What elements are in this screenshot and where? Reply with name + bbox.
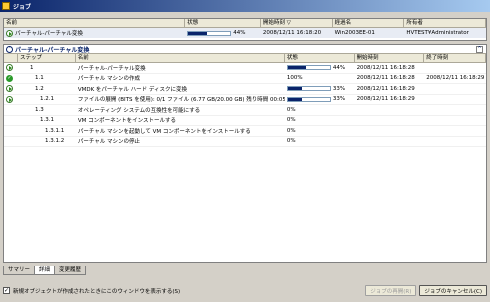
- show-window-checkbox[interactable]: ✓: [3, 287, 10, 294]
- collapse-circle-icon[interactable]: [6, 45, 13, 53]
- step-end-time: 2008/12/11 16:18:29: [426, 75, 485, 82]
- restart-job-button[interactable]: ジョブの再開(R): [365, 285, 417, 296]
- title-bar: ジョブ: [0, 0, 490, 12]
- column-header-step-end[interactable]: 終了時刻: [424, 54, 486, 62]
- detail-title: パーチャル-パーチャル変換: [15, 46, 90, 54]
- column-header-start-time[interactable]: 開始時刻 ▽: [261, 19, 333, 27]
- jobs-list: 名前 状態 開始時刻 ▽ 経過名 所有者 パーチャル-パーチャル変換 44% 2…: [3, 18, 487, 41]
- step-row[interactable]: 1 パーチャル-パーチャル変換 44% 2008/12/11 16:18:28: [4, 63, 486, 74]
- step-number: 1.3.1.1: [45, 127, 65, 134]
- step-row[interactable]: 1.3.1.2 パーチャル マシンの停止 0%: [4, 137, 486, 147]
- job-progress-text: 44%: [233, 30, 246, 36]
- step-end-time: [424, 84, 486, 94]
- step-start-time: [355, 116, 425, 126]
- column-header-name[interactable]: 名前: [4, 19, 186, 27]
- detail-title-bar: パーチャル-パーチャル変換 ^: [4, 45, 486, 54]
- window-title: ジョブ: [13, 3, 32, 11]
- step-name: パーチャル-パーチャル変換: [77, 65, 146, 72]
- step-row[interactable]: 1.3.1.1 パーチャル マシンを起動して VM コンポーネントをインストールす…: [4, 126, 486, 137]
- step-progress-bar: [286, 65, 331, 71]
- step-start-time: 2008/12/11 16:18:28: [356, 75, 415, 82]
- step-name: ファイルの展開 (BITS を使用): 0/1 ファイル (6.77 GB/20…: [77, 97, 285, 104]
- step-start-time: [355, 105, 425, 115]
- column-header-owner[interactable]: 所有者: [404, 19, 486, 27]
- step-start-time: [355, 137, 425, 147]
- job-row[interactable]: パーチャル-パーチャル変換 44% 2008/12/11 16:18:20 Wi…: [4, 28, 486, 38]
- jobs-list-header: 名前 状態 開始時刻 ▽ 経過名 所有者: [4, 19, 486, 28]
- running-icon: [6, 29, 13, 37]
- completed-check-icon: ✓: [6, 74, 13, 82]
- job-owner: HVTEST¥Administrator: [406, 30, 469, 36]
- step-start-time: 2008/12/11 16:18:29: [356, 96, 415, 103]
- step-row[interactable]: 1.3 オペレーティング システムの互換性を可能にする 0%: [4, 105, 486, 116]
- step-number: 1.2.1: [40, 96, 54, 103]
- step-name: オペレーティング システムの互換性を可能にする: [77, 107, 201, 114]
- detail-header: ステップ 名前 状態 開始時刻 終了時刻: [4, 54, 486, 63]
- step-progress-text: 33%: [332, 96, 346, 103]
- tab-details[interactable]: 詳細: [34, 266, 56, 275]
- column-header-step-status[interactable]: 状態: [285, 54, 355, 62]
- step-end-time: [424, 105, 486, 115]
- job-name: パーチャル-パーチャル変換: [15, 31, 83, 37]
- footer: ✓ 新規オブジェクトが作成されたときにこのウィンドウを表示する(S) ジョブの再…: [3, 283, 487, 298]
- step-progress-text: 44%: [332, 64, 346, 71]
- show-window-label: 新規オブジェクトが作成されたときにこのウィンドウを表示する(S): [13, 288, 181, 295]
- step-number: 1.3.1.2: [45, 138, 65, 145]
- step-number: 1.1: [35, 75, 44, 82]
- step-end-time: [424, 137, 486, 147]
- step-name: VM コンポーネントをインストールする: [77, 118, 176, 125]
- step-end-time: [424, 95, 486, 105]
- column-header-step-name[interactable]: 名前: [76, 54, 285, 62]
- running-icon: [6, 85, 13, 93]
- step-name: VMDK をパーチャル ハード ディスクに変換: [77, 86, 187, 93]
- step-progress-text: 0%: [286, 117, 296, 124]
- step-name: パーチャル マシンの作成: [77, 76, 141, 83]
- jobs-window-icon: [2, 2, 10, 10]
- job-progress-bar: [187, 30, 232, 36]
- step-number: 1: [30, 64, 34, 71]
- step-progress-text: 0%: [286, 138, 296, 145]
- running-icon: [6, 95, 13, 103]
- step-progress-text: 33%: [332, 85, 346, 92]
- detail-rows: 1 パーチャル-パーチャル変換 44% 2008/12/11 16:18:28 ✓ 1.1…: [4, 63, 486, 147]
- step-row[interactable]: 1.2 VMDK をパーチャル ハード ディスクに変換 33% 2008/12/11 …: [4, 84, 486, 95]
- step-progress-bar: [286, 96, 331, 102]
- collapse-button[interactable]: ^: [476, 45, 483, 53]
- step-number: 1.3.1: [40, 117, 54, 124]
- step-progress-text: 0%: [286, 127, 296, 134]
- step-row[interactable]: 1.3.1 VM コンポーネントをインストールする 0%: [4, 116, 486, 126]
- tab-history[interactable]: 変更履歴: [54, 266, 87, 275]
- step-start-time: [355, 126, 425, 136]
- step-end-time: [424, 63, 486, 73]
- tab-summary[interactable]: サマリー: [3, 266, 36, 275]
- step-name: パーチャル マシンを起動して VM コンポーネントをインストールする: [77, 128, 251, 135]
- step-end-time: [424, 126, 486, 136]
- step-number: 1.3: [35, 106, 44, 113]
- job-detail-panel: パーチャル-パーチャル変換 ^ ステップ 名前 状態 開始時刻 終了時刻 1 パー…: [3, 44, 487, 263]
- step-number: 1.2: [35, 85, 44, 92]
- column-header-step-start[interactable]: 開始時刻: [355, 54, 425, 62]
- column-header-status[interactable]: 状態: [185, 19, 261, 27]
- job-computer: Win2003EE-01: [334, 30, 375, 36]
- job-start-time: 2008/12/11 16:18:20: [262, 30, 322, 36]
- column-header-computer[interactable]: 経過名: [333, 19, 405, 27]
- step-row[interactable]: 1.2.1 ファイルの展開 (BITS を使用): 0/1 ファイル (6.77 …: [4, 95, 486, 105]
- column-header-step[interactable]: ステップ: [18, 54, 76, 62]
- step-name: パーチャル マシンの停止: [77, 139, 141, 146]
- step-start-time: 2008/12/11 16:18:29: [356, 85, 415, 92]
- step-progress-bar: [286, 86, 331, 92]
- step-end-time: [424, 116, 486, 126]
- running-icon: [6, 64, 13, 72]
- step-start-time: 2008/12/11 16:18:28: [356, 64, 415, 71]
- cancel-job-button[interactable]: ジョブのキャンセル(C): [419, 285, 487, 296]
- step-row[interactable]: ✓ 1.1 パーチャル マシンの作成 100% 2008/12/11 16:18:28 2…: [4, 74, 486, 84]
- step-progress-text: 100%: [286, 75, 303, 82]
- step-progress-text: 0%: [286, 106, 296, 113]
- detail-tabs: サマリー 詳細 変更履歴: [3, 266, 87, 275]
